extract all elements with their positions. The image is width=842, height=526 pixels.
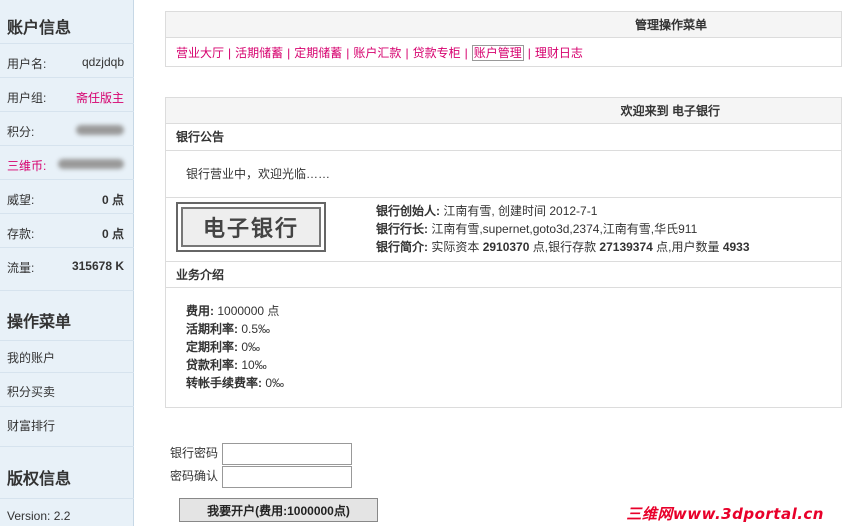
divider — [0, 446, 134, 447]
divider — [0, 340, 134, 341]
open-account-button[interactable]: 我要开户(费用:1000000点) — [179, 498, 378, 522]
field-label: 三维币: — [7, 159, 47, 173]
field-usergroup: 用户组: 斋任版主 — [0, 77, 134, 111]
version-text: Version: 2.2 — [7, 509, 71, 523]
confirm-label: 密码确认 — [170, 469, 219, 484]
sidebar: 账户信息 用户名: qdzjdqb 用户组: 斋任版主 积分: 三维币: 威望:… — [0, 0, 134, 526]
field-deposit: 存款: 0 点 — [0, 213, 134, 247]
field-points: 积分: — [0, 111, 134, 145]
menu-item-business-hall[interactable]: 营业大厅 — [176, 46, 224, 60]
sidebar-item-wealth-ranking[interactable]: 财富排行 — [7, 417, 55, 434]
bank-logo-text: 电子银行 — [202, 216, 299, 242]
field-label: 存款: — [7, 227, 35, 241]
bank-logo: 电子银行 — [176, 202, 326, 252]
operation-menu-title: 操作菜单 — [7, 314, 72, 331]
business-list: 费用: 1000000 点 活期利率: 0.5‰ 定期利率: 0‰ 贷款利率: … — [166, 288, 841, 406]
bank-info: 银行创始人: 江南有雪, 创建时间 2012-7-1 银行行长: 江南有雪,su… — [376, 202, 750, 256]
field-traffic: 流量: 315678 K — [0, 247, 134, 281]
management-menu: 营业大厅 | 活期储蓄 | 定期储蓄 | 账户汇款 | 贷款专柜 | 账户管理 | 理财日志 — [176, 45, 583, 61]
field-label: 威望: — [7, 193, 35, 207]
points-value-redacted — [76, 124, 124, 138]
account-info-title: 账户信息 — [7, 20, 72, 37]
password-confirm-input[interactable] — [222, 466, 352, 488]
divider — [0, 406, 134, 407]
field-label: 积分: — [7, 125, 35, 139]
copyright-title: 版权信息 — [7, 471, 72, 488]
list-item: 费用: 1000000 点 — [186, 304, 280, 318]
prestige-value: 0 点 — [101, 193, 124, 207]
deposit-value: 0 点 — [101, 227, 124, 241]
password-row: 银行密码 — [170, 443, 352, 465]
list-item: 转帐手续费率: 0‰ — [186, 376, 285, 390]
menu-item-account-management[interactable]: 账户管理 — [471, 45, 524, 61]
menu-item-demand-savings[interactable]: 活期储蓄 — [235, 46, 283, 60]
management-menu-title: 管理操作菜单 — [166, 12, 841, 38]
field-coins: 三维币: — [0, 145, 134, 179]
sidebar-item-my-account[interactable]: 我的账户 — [7, 349, 55, 366]
username-value: qdzjdqb — [81, 55, 124, 69]
intro-line: 银行简介: 实际资本 2910370 点,银行存款 27139374 点,用户数… — [376, 240, 750, 254]
field-username: 用户名: qdzjdqb — [0, 43, 134, 77]
management-menu-panel: 管理操作菜单 营业大厅 | 活期储蓄 | 定期储蓄 | 账户汇款 | 贷款专柜 | 账户管理 | 理财日… — [165, 11, 842, 67]
divider — [0, 498, 134, 499]
notice-text: 银行营业中，欢迎光临…… — [186, 167, 331, 181]
menu-item-loan-counter[interactable]: 贷款专柜 — [413, 46, 461, 60]
watermark: 三维网www.3dportal.cn — [626, 505, 824, 523]
list-item: 活期利率: 0.5‰ — [186, 322, 271, 336]
confirm-row: 密码确认 — [170, 466, 352, 488]
sidebar-item-points-trade[interactable]: 积分买卖 — [7, 383, 55, 400]
president-line: 银行行长: 江南有雪,supernet,goto3d,2374,江南有雪,华氏9… — [376, 222, 698, 236]
coins-value-redacted — [58, 158, 124, 172]
list-item: 贷款利率: 10‰ — [186, 358, 267, 372]
divider — [0, 290, 134, 291]
password-label: 银行密码 — [170, 446, 219, 461]
menu-item-finance-log[interactable]: 理财日志 — [535, 46, 583, 60]
bank-password-input[interactable] — [222, 443, 352, 465]
menu-item-fixed-savings[interactable]: 定期储蓄 — [294, 46, 342, 60]
menu-item-remittance[interactable]: 账户汇款 — [353, 46, 401, 60]
business-title: 业务介绍 — [166, 261, 841, 288]
field-label: 用户名: — [7, 57, 47, 71]
traffic-value: 315678 K — [71, 259, 124, 273]
bank-info-row: 电子银行 银行创始人: 江南有雪, 创建时间 2012-7-1 银行行长: 江南… — [166, 197, 841, 261]
founder-line: 银行创始人: 江南有雪, 创建时间 2012-7-1 — [376, 204, 598, 218]
field-label: 流量: — [7, 261, 35, 275]
field-prestige: 威望: 0 点 — [0, 179, 134, 213]
field-label: 用户组: — [7, 91, 47, 105]
welcome-title: 欢迎来到 电子银行 — [166, 98, 841, 124]
divider — [0, 372, 134, 373]
usergroup-value: 斋任版主 — [75, 91, 124, 105]
notice-title: 银行公告 — [166, 124, 841, 151]
welcome-panel: 欢迎来到 电子银行 银行公告 银行营业中，欢迎光临…… 电子银行 银行创始人: … — [165, 97, 842, 408]
list-item: 定期利率: 0‰ — [186, 340, 261, 354]
